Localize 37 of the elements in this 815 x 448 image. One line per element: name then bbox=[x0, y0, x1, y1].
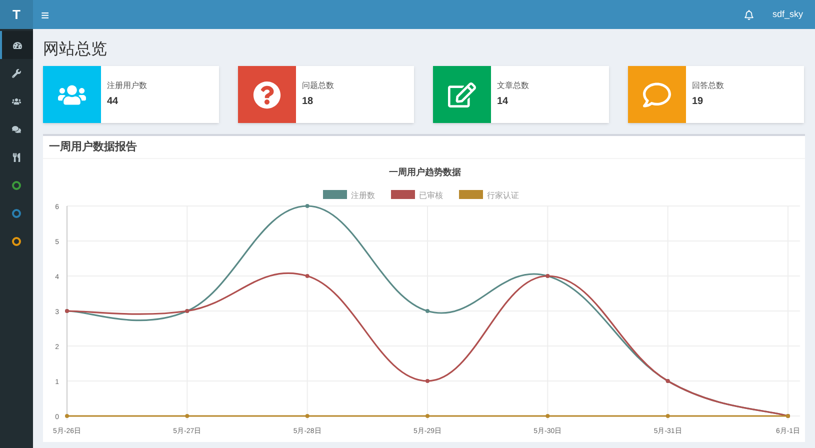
menu-button[interactable]: ≡ bbox=[41, 8, 50, 22]
speech-bubble-icon bbox=[643, 80, 671, 108]
people-icon bbox=[12, 96, 21, 106]
question-icon bbox=[253, 80, 281, 108]
legend-label: 行家认证 bbox=[487, 191, 519, 200]
data-point bbox=[305, 414, 310, 418]
user-menu[interactable]: sdf_sky bbox=[772, 8, 803, 22]
bell-icon[interactable] bbox=[744, 10, 754, 20]
data-point bbox=[546, 414, 550, 418]
chart-title: 一周用户趋势数据 bbox=[389, 167, 461, 177]
stat-label: 问题总数 bbox=[302, 80, 334, 92]
stat-label: 文章总数 bbox=[497, 80, 529, 92]
gauge-icon bbox=[13, 40, 22, 50]
legend-label: 注册数 bbox=[351, 191, 375, 200]
legend-label: 已审核 bbox=[419, 191, 443, 200]
page-title: 网站总览 bbox=[43, 40, 108, 60]
data-point bbox=[426, 414, 430, 418]
edit-icon bbox=[448, 80, 476, 108]
sidebar-item[interactable] bbox=[0, 31, 33, 59]
data-point bbox=[65, 414, 69, 418]
data-point bbox=[305, 204, 310, 208]
stat-label: 回答总数 bbox=[692, 80, 724, 92]
chat-icon bbox=[12, 124, 21, 134]
data-point bbox=[426, 379, 430, 383]
stat-label: 注册用户数 bbox=[107, 80, 147, 92]
stat-value: 19 bbox=[692, 95, 704, 109]
wrench-icon bbox=[12, 68, 21, 78]
logo[interactable]: T bbox=[0, 0, 33, 29]
data-point bbox=[305, 274, 310, 278]
data-point bbox=[666, 414, 670, 418]
panel-title: 一周用户数据报告 bbox=[43, 136, 805, 159]
fork-knife-icon bbox=[12, 152, 21, 162]
data-point bbox=[185, 414, 190, 418]
stat-value: 44 bbox=[107, 95, 120, 109]
stat-value: 14 bbox=[497, 95, 510, 109]
data-point bbox=[426, 309, 430, 313]
stat-value: 18 bbox=[302, 95, 314, 109]
